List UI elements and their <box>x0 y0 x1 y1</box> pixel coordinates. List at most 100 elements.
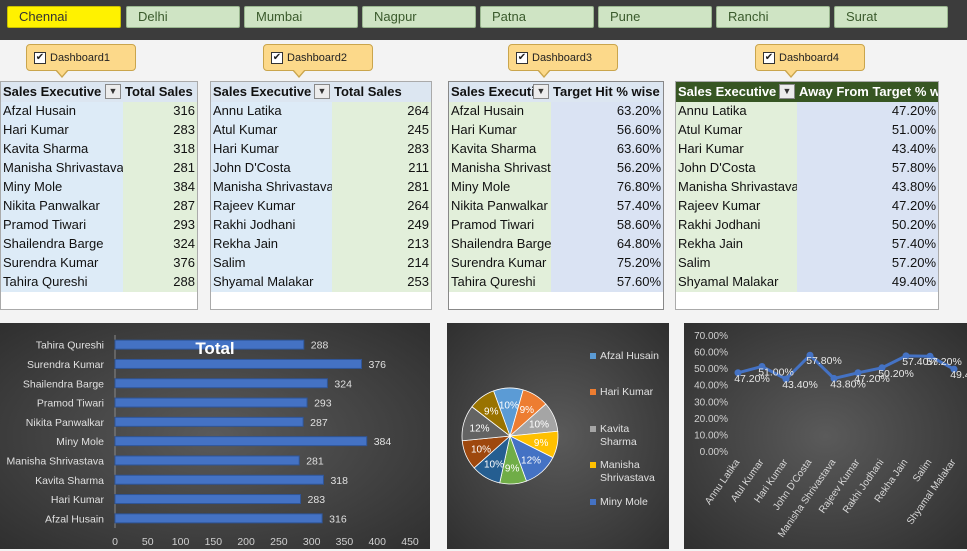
cell-name[interactable]: Annu Latika <box>676 102 797 121</box>
cell-name[interactable]: Rekha Jain <box>676 235 797 254</box>
table-row[interactable]: Rekha Jain 57.40% <box>676 235 938 254</box>
table-row[interactable]: Nikita Panwalkar 287 <box>1 197 197 216</box>
table-row[interactable]: Hari Kumar 283 <box>1 121 197 140</box>
slicer-item-mumbai[interactable]: Mumbai <box>244 6 358 28</box>
cell-value[interactable]: 384 <box>123 178 197 197</box>
cell-value[interactable]: 281 <box>332 178 431 197</box>
cell-value[interactable]: 214 <box>332 254 431 273</box>
cell-value[interactable]: 64.80% <box>551 235 663 254</box>
table-row[interactable]: Manisha Shrivastava 281 <box>211 178 431 197</box>
cell-name[interactable]: Surendra Kumar <box>1 254 123 273</box>
filter-dropdown-icon[interactable]: ▼ <box>105 84 121 99</box>
cell-name[interactable]: Miny Mole <box>449 178 551 197</box>
table-row[interactable]: Rajeev Kumar 47.20% <box>676 197 938 216</box>
cell-name[interactable]: Hari Kumar <box>211 140 332 159</box>
cell-name[interactable]: Shailendra Barge <box>1 235 123 254</box>
cell-value[interactable]: 50.20% <box>797 216 938 235</box>
cell-name[interactable]: Rakhi Jodhani <box>211 216 332 235</box>
cell-name[interactable]: Hari Kumar <box>676 140 797 159</box>
cell-value[interactable]: 75.20% <box>551 254 663 273</box>
pie-chart-panel[interactable]: 10% 9% 10% 9% 12% 9% 10% 10% 12% 9% Afzal Husain Ha… <box>447 323 669 549</box>
filter-dropdown-icon[interactable]: ▼ <box>779 84 795 99</box>
cell-value[interactable]: 249 <box>332 216 431 235</box>
cell-name[interactable]: Manisha Shrivastava <box>676 178 797 197</box>
filter-dropdown-icon[interactable]: ▼ <box>533 84 549 99</box>
checkbox-icon[interactable]: ✔ <box>763 51 775 64</box>
cell-value[interactable]: 43.40% <box>797 140 938 159</box>
cell-value[interactable]: 293 <box>123 216 197 235</box>
cell-value[interactable]: 56.60% <box>551 121 663 140</box>
cell-value[interactable]: 316 <box>123 102 197 121</box>
table-row[interactable]: Atul Kumar 245 <box>211 121 431 140</box>
slicer-item-delhi[interactable]: Delhi <box>126 6 240 28</box>
table-row[interactable]: Afzal Husain 63.20% <box>449 102 663 121</box>
table-row[interactable]: Shailendra Barge 64.80% <box>449 235 663 254</box>
cell-value[interactable]: 287 <box>123 197 197 216</box>
filter-dropdown-icon[interactable]: ▼ <box>314 84 330 99</box>
table-row[interactable]: Kavita Sharma 63.60% <box>449 140 663 159</box>
cell-name[interactable]: Miny Mole <box>1 178 123 197</box>
cell-value[interactable]: 264 <box>332 197 431 216</box>
table-row[interactable]: Rajeev Kumar 264 <box>211 197 431 216</box>
table-row[interactable]: Annu Latika 264 <box>211 102 431 121</box>
table-row[interactable]: Shyamal Malakar 253 <box>211 273 431 292</box>
table-row[interactable]: John D'Costa 211 <box>211 159 431 178</box>
table-row[interactable]: Shailendra Barge 324 <box>1 235 197 254</box>
dashboard-toggle-1[interactable]: ✔ Dashboard1 <box>26 44 136 78</box>
line-chart-panel[interactable]: 0.00% 10.00% 20.00% 30.00% 40.00% 50.00% 60.00… <box>684 323 967 549</box>
cell-value[interactable]: 283 <box>123 121 197 140</box>
table-row[interactable]: Hari Kumar 283 <box>211 140 431 159</box>
dashboard-toggle-4[interactable]: ✔ Dashboard4 <box>755 44 865 78</box>
cell-name[interactable]: Shyamal Malakar <box>211 273 332 292</box>
slicer-item-pune[interactable]: Pune <box>598 6 712 28</box>
table-row[interactable]: Tahira Qureshi 57.60% <box>449 273 663 292</box>
bar[interactable] <box>114 436 368 447</box>
slicer-item-nagpur[interactable]: Nagpur <box>362 6 476 28</box>
cell-value[interactable]: 281 <box>123 159 197 178</box>
table-row[interactable]: Manisha Shrivastava56.20% <box>449 159 663 178</box>
cell-name[interactable]: Tahira Qureshi <box>449 273 551 292</box>
table-row[interactable]: Kavita Sharma 318 <box>1 140 197 159</box>
table-row[interactable]: Surendra Kumar 75.20% <box>449 254 663 273</box>
bar[interactable] <box>114 416 304 427</box>
cell-value[interactable]: 324 <box>123 235 197 254</box>
cell-name[interactable]: Hari Kumar <box>1 121 123 140</box>
cell-name[interactable]: Afzal Husain <box>449 102 551 121</box>
cell-name[interactable]: Pramod Tiwari <box>1 216 123 235</box>
cell-value[interactable]: 57.40% <box>551 197 663 216</box>
cell-name[interactable]: Hari Kumar <box>449 121 551 140</box>
table-row[interactable]: Manisha Shrivastava 43.80% <box>676 178 938 197</box>
cell-name[interactable]: Kavita Sharma <box>449 140 551 159</box>
bar-chart-panel[interactable]: 0 50 100 150 200 250 300 350 400 450 Afzal Husain 3… <box>0 323 430 549</box>
cell-name[interactable]: John D'Costa <box>211 159 332 178</box>
cell-value[interactable]: 57.40% <box>797 235 938 254</box>
cell-value[interactable]: 283 <box>332 140 431 159</box>
cell-value[interactable]: 51.00% <box>797 121 938 140</box>
table-row[interactable]: Salim 57.20% <box>676 254 938 273</box>
bar[interactable] <box>114 513 323 524</box>
cell-value[interactable]: 47.20% <box>797 197 938 216</box>
cell-name[interactable]: Atul Kumar <box>211 121 332 140</box>
table-row[interactable]: Rekha Jain 213 <box>211 235 431 254</box>
table-row[interactable]: Miny Mole 76.80% <box>449 178 663 197</box>
table-row[interactable]: Afzal Husain 316 <box>1 102 197 121</box>
cell-name[interactable]: Rajeev Kumar <box>676 197 797 216</box>
table-row[interactable]: Tahira Qureshi 288 <box>1 273 197 292</box>
table-row[interactable]: Rakhi Jodhani 249 <box>211 216 431 235</box>
table-row[interactable]: Pramod Tiwari 58.60% <box>449 216 663 235</box>
cell-value[interactable]: 63.60% <box>551 140 663 159</box>
cell-name[interactable]: Rajeev Kumar <box>211 197 332 216</box>
table-row[interactable]: Shyamal Malakar 49.40% <box>676 273 938 292</box>
cell-name[interactable]: Manisha Shrivastava <box>211 178 332 197</box>
cell-value[interactable]: 57.80% <box>797 159 938 178</box>
cell-value[interactable]: 56.20% <box>551 159 663 178</box>
table-row[interactable]: Hari Kumar 56.60% <box>449 121 663 140</box>
table-row[interactable]: John D'Costa 57.80% <box>676 159 938 178</box>
table-row[interactable]: Hari Kumar 43.40% <box>676 140 938 159</box>
table-row[interactable]: Pramod Tiwari 293 <box>1 216 197 235</box>
cell-name[interactable]: Annu Latika <box>211 102 332 121</box>
checkbox-icon[interactable]: ✔ <box>516 51 528 64</box>
table-row[interactable]: Surendra Kumar 376 <box>1 254 197 273</box>
cell-name[interactable]: Atul Kumar <box>676 121 797 140</box>
slicer-item-surat[interactable]: Surat <box>834 6 948 28</box>
